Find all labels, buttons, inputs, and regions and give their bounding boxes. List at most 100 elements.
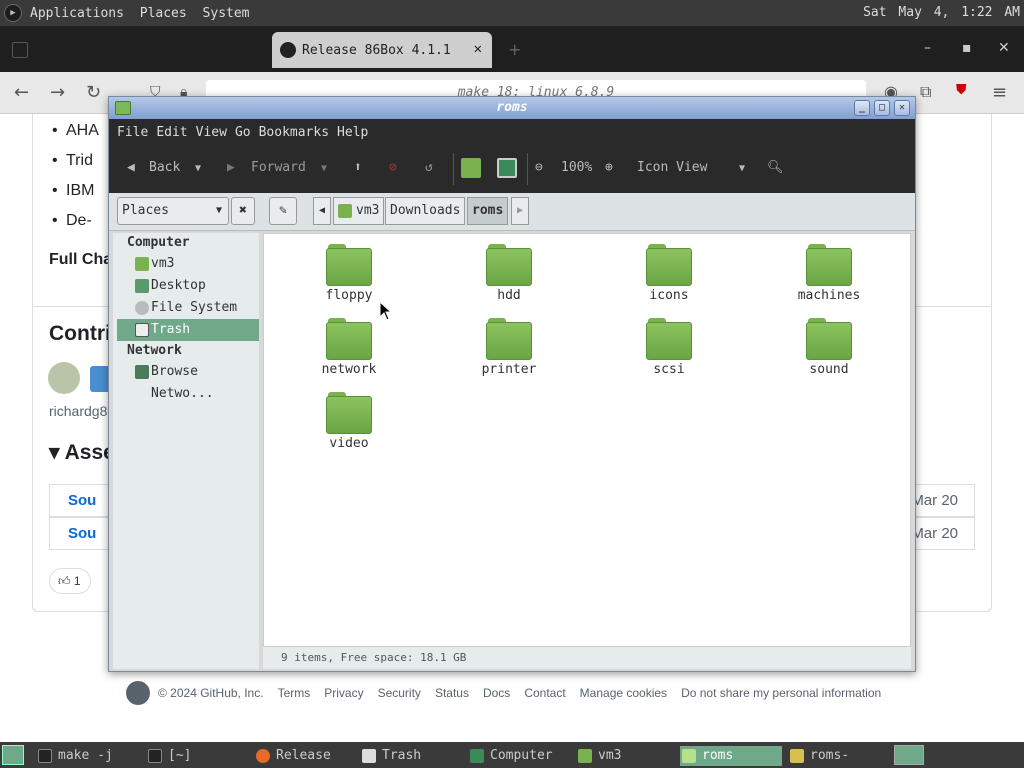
sidebar-item-browse-network[interactable]: Browse Netwo... [117,361,259,401]
search-icon[interactable]: 🔍︎ [767,160,784,175]
taskbar-item-roms[interactable]: roms [680,746,782,766]
close-tab-icon[interactable]: ✕ [474,41,482,57]
path-scroll-left-icon[interactable]: ◀ [313,197,331,225]
zoom-level[interactable]: 100% [561,160,592,175]
path-scroll-right-icon[interactable]: ▶ [511,197,529,225]
zoom-in-icon[interactable]: ⊕ [605,160,613,175]
taskbar-item-firefox[interactable]: Release ... [254,746,354,766]
sidebar-item-vm3[interactable]: vm3 [117,253,259,275]
back-arrow-icon[interactable]: ◀ [127,160,135,175]
footer-link[interactable]: Status [435,686,469,700]
folder-item[interactable]: sound [789,318,869,377]
computer-icon[interactable] [497,158,517,178]
sidebar-item-filesystem[interactable]: File System [117,297,259,319]
extensions-icon[interactable]: ⧉ [920,82,931,102]
forward-history-dropdown[interactable]: ▼ [321,163,327,174]
contributor-avatar-2[interactable] [90,366,110,392]
maximize-icon[interactable]: □ [874,100,890,116]
sidebar-item-desktop[interactable]: Desktop [117,275,259,297]
sidebar-item-trash[interactable]: Trash [117,319,259,341]
menu-go[interactable]: Go [235,125,251,140]
assets-heading[interactable]: ▾ Asse [49,440,115,465]
breadcrumb-vm3[interactable]: vm3 [333,197,385,225]
menu-bookmarks[interactable]: Bookmarks [259,125,329,140]
back-button[interactable]: Back [149,160,180,175]
sidebar-type-select[interactable]: Places ▼ [117,197,229,225]
taskbar-item-computer[interactable]: Computer [468,746,568,766]
asset-name[interactable]: Sou [68,492,96,509]
chevron-down-icon[interactable]: ▼ [739,163,745,174]
browser-tab-release[interactable]: Release 86Box 4.1.1 ✕ [272,32,492,68]
menu-help[interactable]: Help [337,125,368,140]
footer-link[interactable]: Manage cookies [580,686,667,700]
menu-edit[interactable]: Edit [156,125,187,140]
reload-icon[interactable]: ↺ [425,160,433,175]
github-logo-icon[interactable] [126,681,150,705]
folder-item[interactable]: icons [629,244,709,303]
maximize-icon[interactable]: ▪ [962,40,972,56]
folder-item[interactable]: scsi [629,318,709,377]
window-titlebar[interactable]: roms _ □ ✕ [109,97,915,119]
folder-item[interactable]: network [309,318,389,377]
close-window-icon[interactable]: ✕ [998,40,1010,56]
taskbar-item-vm3[interactable]: vm3 [576,746,672,766]
mouse-cursor-icon [379,301,391,321]
show-desktop-icon[interactable] [2,745,24,765]
menu-system[interactable]: System [203,6,250,21]
back-history-dropdown[interactable]: ▼ [195,163,201,174]
taskbar-item-terminal-home[interactable]: [~] [146,746,242,766]
home-folder-icon[interactable] [461,158,481,178]
up-arrow-icon[interactable]: ⬆ [354,160,362,175]
footer-link[interactable]: Docs [483,686,510,700]
forward-button[interactable]: Forward [251,160,306,175]
contributor-avatar[interactable] [48,362,80,394]
breadcrumb-downloads[interactable]: Downloads [385,197,466,225]
folder-item[interactable]: machines [789,244,869,303]
icon-view[interactable]: floppy hdd icons machines network printe… [263,233,911,647]
distro-logo-icon[interactable]: ▶ [4,4,22,22]
minimize-icon[interactable]: – [924,40,931,56]
minimize-icon[interactable]: _ [854,100,870,116]
breadcrumb-roms[interactable]: roms [467,197,509,225]
edit-location-button[interactable]: ✎ [269,197,297,225]
menu-file[interactable]: File [117,125,148,140]
reaction-button[interactable]: 👍︎ 1 [49,568,91,594]
full-changelog-label[interactable]: Full Cha [49,251,112,269]
view-mode-select[interactable]: Icon View [637,160,707,175]
reload-icon[interactable]: ↻ [86,82,101,103]
footer-link[interactable]: Terms [278,686,311,700]
close-icon[interactable]: ✕ [894,100,910,116]
back-arrow-icon[interactable]: ← [14,82,29,103]
taskbar-item-trash[interactable]: Trash [360,746,460,766]
asset-name[interactable]: Sou [68,525,96,542]
taskbar-item-label: roms-4.1.... [810,748,850,763]
taskbar-item-roms-archive[interactable]: roms-4.1.... [788,746,888,766]
ublock-icon[interactable]: ⛊ [956,82,967,98]
contributor-name[interactable]: richardg8 [49,403,107,419]
menu-applications[interactable]: Applications [30,6,124,21]
new-tab-icon[interactable]: + [508,40,521,59]
tab-overview-icon[interactable] [12,42,28,58]
folder-icon [326,392,372,434]
folder-item[interactable]: hdd [469,244,549,303]
forward-arrow-icon[interactable]: → [50,82,65,103]
clock[interactable]: Sat May 4, 1:22 AM [863,5,1020,20]
folder-item[interactable]: printer [469,318,549,377]
hamburger-menu-icon[interactable]: ≡ [992,82,1007,103]
zoom-out-icon[interactable]: ⊖ [535,160,543,175]
close-sidebar-button[interactable]: ✖ [231,197,255,225]
folder-icon [486,318,532,360]
menu-view[interactable]: View [196,125,227,140]
forward-arrow-icon[interactable]: ▶ [227,160,235,175]
folder-item[interactable]: video [309,392,389,451]
taskbar-item-terminal-make[interactable]: make -j ... [36,746,144,766]
folder-item[interactable]: floppy [309,244,389,303]
menu-places[interactable]: Places [140,6,187,21]
footer-link[interactable]: Do not share my personal information [681,686,881,700]
stop-icon[interactable]: ⊘ [389,160,397,175]
footer-link[interactable]: Contact [524,686,565,700]
workspace-switcher-icon[interactable] [894,745,924,765]
desktop-icon [135,279,149,293]
footer-link[interactable]: Privacy [324,686,363,700]
footer-link[interactable]: Security [378,686,421,700]
